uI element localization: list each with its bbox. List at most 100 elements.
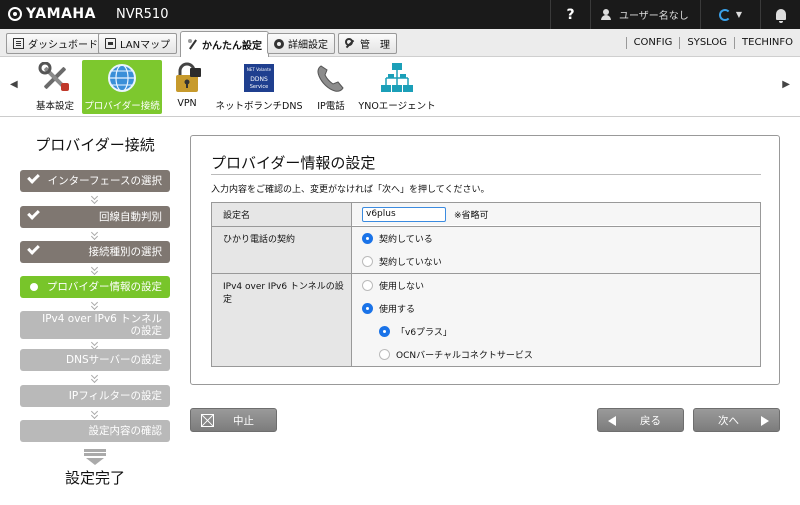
field-value: ※省略可: [352, 203, 760, 225]
radio-button[interactable]: [362, 280, 373, 291]
phone-icon: [317, 65, 344, 92]
radio-button[interactable]: [379, 349, 390, 360]
option-label: 「v6プラス」: [396, 328, 452, 338]
step-label: インターフェースの選択: [47, 175, 162, 187]
setting-name-input[interactable]: [362, 206, 446, 222]
option-label: 契約している: [379, 235, 433, 245]
step-label-line1: IPv4 over IPv6 トンネル: [42, 313, 162, 325]
tool-basic-settings[interactable]: 基本設定: [32, 60, 78, 114]
user-name: ユーザー名なし: [619, 11, 689, 22]
step-label-line2: の設定: [130, 325, 163, 337]
tab-easy-setup[interactable]: かんたん設定: [180, 31, 269, 57]
radio-option-contracted[interactable]: 契約している: [352, 227, 760, 250]
user-menu[interactable]: ユーザー名なし: [590, 0, 700, 29]
field-label: IPv4 over IPv6 トンネルの設定: [212, 274, 352, 366]
tab-lan-map[interactable]: LANマップ: [98, 33, 178, 54]
option-label: 使用しない: [379, 282, 425, 292]
form-row-hikari-phone: ひかり電話の契約 契約している 契約していない: [212, 226, 760, 273]
step-label: プロバイダー情報の設定: [46, 281, 162, 293]
radio-option-not-contracted[interactable]: 契約していない: [352, 250, 760, 273]
down-arrow-icon: [84, 449, 106, 465]
radio-button-checked[interactable]: [362, 233, 373, 244]
tab-label: 詳細設定: [288, 40, 328, 51]
close-box-icon: [201, 414, 214, 427]
tool-netvolante-dns[interactable]: NET Volante DDNS Service ネットボランチDNS: [216, 60, 302, 114]
step-label: IPv4 over IPv6 トンネル の設定: [20, 313, 170, 337]
chevron-down-icon: [90, 375, 100, 383]
wrench-icon: [345, 38, 356, 49]
wizard-step-confirm: 設定内容の確認: [20, 420, 170, 442]
tab-advanced-settings[interactable]: 詳細設定: [267, 33, 335, 54]
notification-button[interactable]: [760, 0, 800, 29]
help-icon: ?: [566, 6, 575, 23]
wizard-step-connection-type[interactable]: 接続種別の選択: [20, 241, 170, 263]
yamaha-emblem-icon: [8, 7, 22, 21]
chevron-down-icon: [90, 411, 100, 419]
settings-form: 設定名 ※省略可 ひかり電話の契約 契約している 契約していない IPv4 ov…: [211, 202, 761, 367]
radio-button-checked[interactable]: [362, 303, 373, 314]
brand-name: YAMAHA: [26, 6, 96, 22]
scroll-left-icon[interactable]: ◀: [10, 79, 18, 90]
globe-icon: [108, 64, 136, 92]
form-row-setting-name: 設定名 ※省略可: [212, 203, 760, 226]
triangle-right-icon: [761, 416, 769, 426]
tool-label: IP電話: [317, 101, 345, 112]
panel-title: プロバイダー情報の設定: [211, 154, 376, 172]
chevron-down-icon: [90, 196, 100, 204]
tab-dashboard[interactable]: ダッシュボード: [6, 33, 105, 54]
tool-ip-phone[interactable]: IP電話: [312, 60, 350, 114]
tool-label: プロバイダー接続: [84, 101, 160, 112]
button-label: 戻る: [640, 414, 661, 427]
next-button[interactable]: 次へ: [693, 408, 780, 432]
tab-label: かんたん設定: [202, 41, 262, 52]
tools-icon: [38, 62, 69, 91]
back-button[interactable]: 戻る: [597, 408, 684, 432]
chevron-down-icon: [90, 302, 100, 310]
wizard-step-interface[interactable]: インターフェースの選択: [20, 170, 170, 192]
step-label: 設定内容の確認: [88, 425, 163, 437]
config-link[interactable]: CONFIG: [625, 37, 680, 49]
gear-icon: [274, 38, 284, 49]
wizard-step-dns: DNSサーバーの設定: [20, 349, 170, 371]
top-bar: YAMAHA NVR510 ? ユーザー名なし ▼: [0, 0, 800, 29]
chevron-down-icon: ▼: [735, 10, 743, 19]
badge-service: Service: [250, 84, 268, 90]
cancel-button[interactable]: 中止: [190, 408, 277, 432]
chevron-down-icon: [90, 232, 100, 240]
techinfo-link[interactable]: TECHINFO: [734, 37, 800, 49]
step-label: 接続種別の選択: [88, 246, 163, 258]
radio-option-tunnel-off[interactable]: 使用しない: [352, 274, 760, 297]
wizard-icon: [187, 39, 198, 50]
step-label: DNSサーバーの設定: [66, 354, 162, 366]
tab-management[interactable]: 管 理: [338, 33, 397, 54]
button-label: 次へ: [718, 414, 739, 427]
field-label: 設定名: [212, 203, 352, 226]
field-value: 契約している 契約していない: [352, 227, 760, 273]
tool-provider-connection[interactable]: プロバイダー接続: [82, 60, 162, 114]
radio-option-tunnel-on[interactable]: 使用する: [352, 297, 760, 320]
nav-links: CONFIG SYSLOG TECHINFO: [625, 29, 800, 57]
radio-button[interactable]: [362, 256, 373, 267]
triangle-left-icon: [608, 416, 616, 426]
yamaha-logo: YAMAHA: [8, 6, 96, 22]
status-menu[interactable]: ▼: [700, 0, 760, 29]
tool-vpn[interactable]: VPN: [168, 60, 206, 114]
radio-option-ocn-virtual-connect[interactable]: OCNバーチャルコネクトサービス: [352, 343, 760, 366]
radio-button-checked[interactable]: [379, 326, 390, 337]
scroll-right-icon[interactable]: ▶: [782, 79, 790, 90]
yno-network-icon: [381, 63, 413, 92]
wizard-step-provider-info: プロバイダー情報の設定: [20, 276, 170, 298]
radio-option-v6plus[interactable]: 「v6プラス」: [352, 320, 760, 343]
chevron-down-icon: [90, 267, 100, 275]
help-button[interactable]: ?: [550, 0, 590, 29]
syslog-link[interactable]: SYSLOG: [679, 37, 734, 49]
option-label: 使用する: [379, 305, 416, 315]
step-label: IPフィルターの設定: [68, 390, 162, 402]
tool-yno-agent[interactable]: YNOエージェント: [358, 60, 436, 114]
current-step-dot-icon: [30, 283, 38, 291]
netvolante-dns-icon: NET Volante DDNS Service: [244, 64, 274, 92]
loading-spinner-icon: [718, 8, 731, 21]
tool-label: YNOエージェント: [358, 101, 436, 112]
optional-note: ※省略可: [454, 210, 489, 221]
wizard-step-auto-detect[interactable]: 回線自動判別: [20, 206, 170, 228]
